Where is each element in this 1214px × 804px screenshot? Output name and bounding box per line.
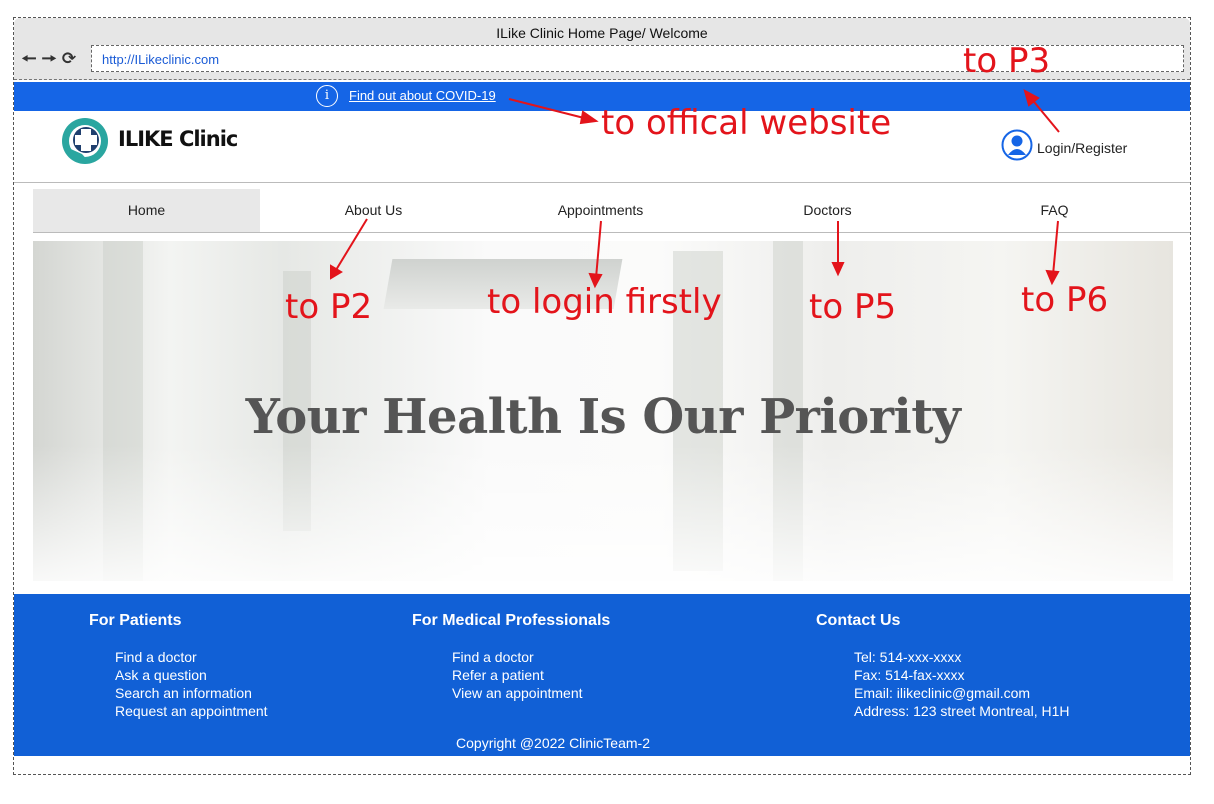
arrow-to-about-us: [335, 218, 368, 271]
arrow-to-appointments: [595, 220, 602, 279]
arrow-head: [831, 262, 845, 277]
annotation-arrows: [330, 88, 1060, 289]
arrow-head: [588, 272, 603, 289]
arrow-to-login: [1029, 96, 1060, 133]
arrow-head: [579, 110, 599, 125]
arrow-head: [330, 264, 343, 280]
arrow-to-faq: [1052, 220, 1059, 276]
arrow-head: [1045, 269, 1060, 286]
arrow-to-covid-link: [508, 98, 589, 120]
